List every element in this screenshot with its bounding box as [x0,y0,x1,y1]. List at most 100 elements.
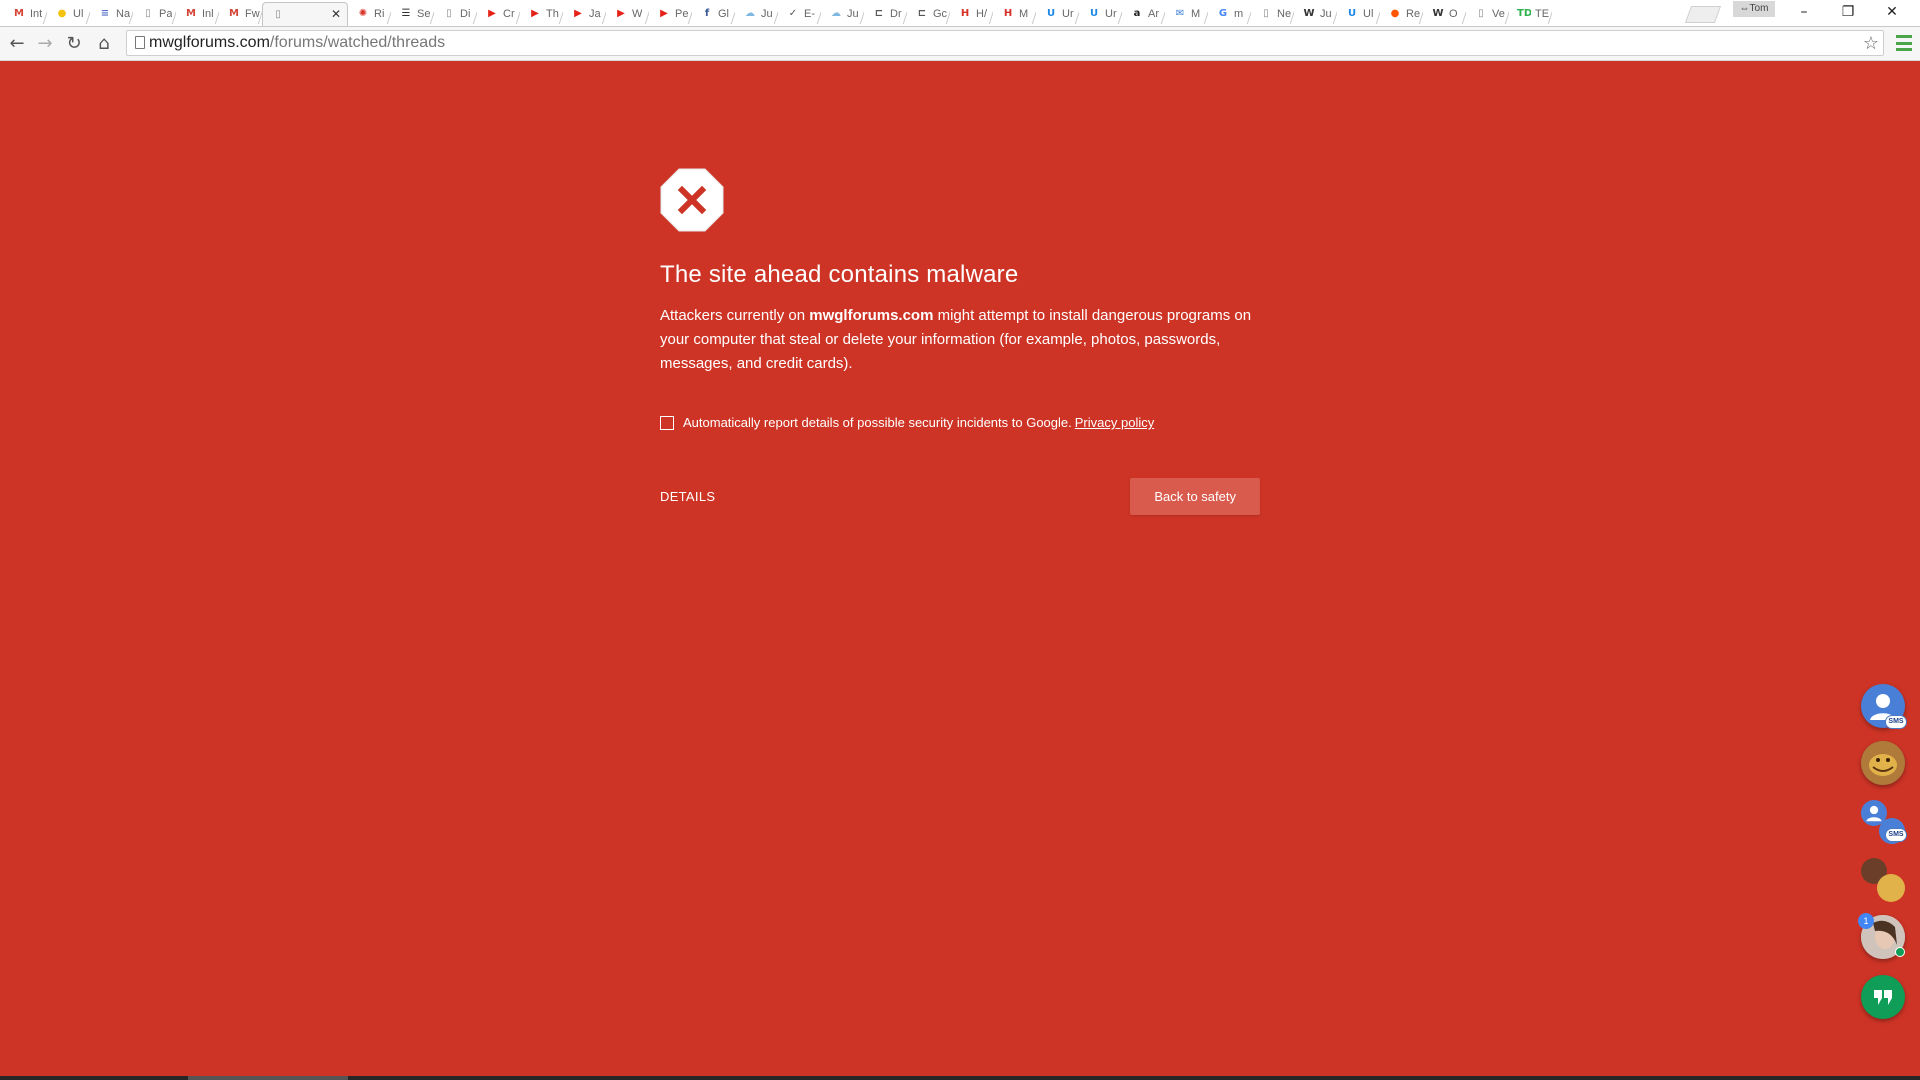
gmail-icon: M [229,8,239,19]
back-arrow-icon[interactable]: ← [4,31,30,57]
tab[interactable]: M Int [4,2,47,26]
report-checkbox[interactable] [660,416,674,430]
url-path: /forums/watched/threads [269,34,446,51]
tab[interactable]: WO [1423,2,1466,26]
tab[interactable]: H H/ [950,2,993,26]
profile-button[interactable]: ⇔Tom [1733,1,1775,17]
list-icon: ≡ [100,8,110,19]
chat-head-group[interactable]: SMS [1861,800,1907,844]
tab[interactable]: ▯ Ne [1251,2,1294,26]
chat-head-contact-2[interactable] [1861,741,1905,785]
tab-active[interactable]: ▯ ✕ [262,2,348,26]
tab[interactable]: ▶ Pe [649,2,692,26]
tab[interactable]: ☁ Ju [735,2,778,26]
page-icon: ▯ [446,8,452,19]
tab-title: TE [1535,8,1550,20]
bookmark-star-icon[interactable]: ☆ [1863,31,1879,55]
tab-title: Gc [933,8,948,20]
minimize-icon[interactable]: – [1782,0,1826,24]
tab[interactable]: ⊏ Dr [864,2,907,26]
tab-title: Ur [1105,8,1117,20]
tab-title: Ju [1320,8,1332,20]
close-window-icon[interactable]: ✕ [1870,0,1914,24]
hangouts-launcher-button[interactable] [1861,975,1905,1019]
tab[interactable]: ▶ Th [520,2,563,26]
reddit-icon: ● [1390,8,1400,19]
chat-head-group-2[interactable] [1861,858,1905,902]
tab[interactable]: ● Re [1380,2,1423,26]
address-bar[interactable]: mwglforums.com/forums/watched/threads ☆ [126,30,1884,56]
interstitial-content: The site ahead contains malware Attacker… [660,168,1260,515]
message-part-1: Attackers currently on [660,307,810,324]
back-to-safety-button[interactable]: Back to safety [1130,478,1260,515]
tab-title: E- [804,8,815,20]
tab-title: Se [417,8,431,20]
tab[interactable]: U Ur [1036,2,1079,26]
details-button[interactable]: DETAILS [660,489,715,504]
page-icon: ▯ [1478,8,1484,19]
hangouts-quote-icon [1874,990,1892,1005]
youtube-icon: ▶ [488,8,496,19]
tab[interactable]: M Fw [219,2,262,26]
restore-icon[interactable]: ❐ [1826,0,1870,24]
tab-title: Pa [159,8,173,20]
sms-badge: SMS [1885,828,1907,842]
tab[interactable]: ● Ul [47,2,90,26]
close-tab-icon[interactable]: ✕ [331,7,341,21]
youtube-icon: ▶ [617,8,625,19]
tab-title: Ri [374,8,385,20]
tab[interactable]: W Ju [1294,2,1337,26]
page-title: The site ahead contains malware [660,261,1019,288]
new-tab-button[interactable] [1684,6,1722,23]
tab-title: M [1019,8,1029,20]
tab[interactable]: ⊏ Gc [907,2,950,26]
report-label: Automatically report details of possible… [683,415,1072,430]
tab[interactable]: ▶ W [606,2,649,26]
taskbar-edge [0,1076,1920,1080]
tab[interactable]: M Inl [176,2,219,26]
tab[interactable]: TD TE [1509,2,1552,26]
tab-strip: M Int ● Ul ≡ Na ▯ Pa M Inl M Fw ▯ ✕ ✺ Ri ☰ Se ▯ Di ▶ Cr ▶ Th ▶ Ja… [0,0,1920,27]
tab[interactable]: HM [993,2,1036,26]
home-icon[interactable]: ⌂ [91,31,117,57]
tab-title: Ur [1062,8,1074,20]
mail-icon: ✉ [1175,8,1185,19]
tab[interactable]: U Ur [1079,2,1122,26]
tab[interactable]: ▯ Di [434,2,477,26]
chrome-menu-icon[interactable] [1896,35,1912,51]
tab[interactable]: ▯ Ve [1466,2,1509,26]
tab[interactable]: a Ar [1122,2,1165,26]
avatar-icon [1861,741,1905,785]
tab[interactable]: ≡ Na [90,2,133,26]
tab-title: Ul [73,8,84,20]
action-row: DETAILS Back to safety [660,478,1260,515]
tab[interactable]: ✉ M [1165,2,1208,26]
link-icon: ⊏ [874,8,884,19]
tab[interactable]: f Gl [692,2,735,26]
page-info-icon[interactable] [135,36,145,49]
tab[interactable]: ▶ Cr [477,2,520,26]
tab[interactable]: U Ul [1337,2,1380,26]
tab-title: M [1191,8,1201,20]
tab[interactable]: ✓ E- [778,2,821,26]
youtube-icon: ▶ [660,8,668,19]
avatar-icon [1877,874,1905,902]
chat-head-contact-5[interactable]: 1 [1858,913,1905,959]
privacy-policy-link[interactable]: Privacy policy [1075,414,1154,432]
tab-title: Ju [847,8,859,20]
tab[interactable]: ☰ Se [391,2,434,26]
tab[interactable]: ▶ Ja [563,2,606,26]
reload-icon[interactable]: ↻ [61,31,87,57]
chat-head-sms-contact[interactable]: SMS [1861,684,1907,729]
tab[interactable]: ☁ Ju [821,2,864,26]
browser-toolbar: ← → ↻ ⌂ mwglforums.com/forums/watched/th… [0,27,1920,61]
forward-arrow-icon[interactable]: → [32,31,58,57]
tab[interactable]: ▯ Pa [133,2,176,26]
gmail-icon: M [14,8,24,19]
tab-title: Ar [1148,8,1159,20]
malware-warning-icon [660,168,724,232]
tab[interactable]: Gm [1208,2,1251,26]
link-icon: ⊏ [917,8,927,19]
tab[interactable]: ✺ Ri [348,2,391,26]
warning-message: Attackers currently on mwglforums.com mi… [660,304,1260,376]
